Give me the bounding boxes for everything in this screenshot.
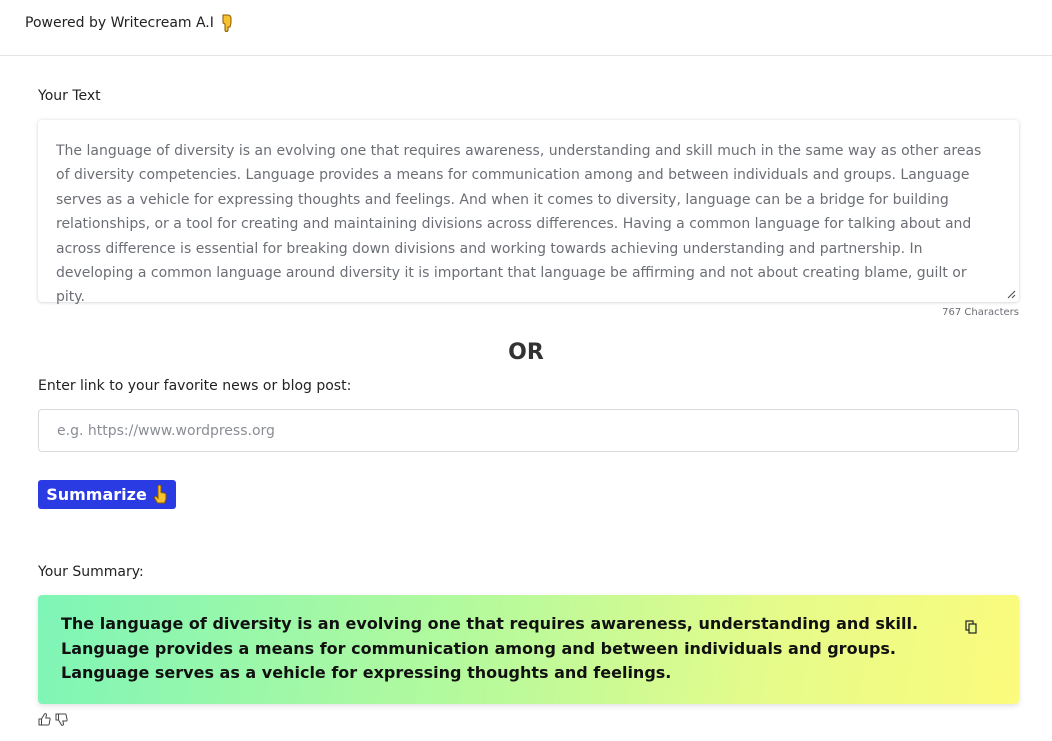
your-text-label: Your Text — [38, 88, 101, 104]
character-count: 767 Characters — [942, 307, 1019, 318]
feedback-controls — [38, 713, 68, 726]
summary-box: The language of diversity is an evolving… — [38, 595, 1019, 704]
text-input-content[interactable]: The language of diversity is an evolving… — [56, 139, 996, 310]
thumbs-down-icon[interactable] — [55, 713, 68, 726]
link-label: Enter link to your favorite news or blog… — [38, 378, 352, 394]
pointing-down-hand-icon — [222, 14, 232, 32]
url-input[interactable] — [38, 409, 1019, 452]
copy-icon[interactable] — [965, 620, 977, 634]
pointing-up-hand-icon — [153, 485, 167, 504]
thumbs-up-icon[interactable] — [38, 713, 51, 726]
summarize-button[interactable]: Summarize — [38, 480, 176, 509]
brand-text: Powered by Writecream A.I — [25, 15, 214, 31]
summarize-button-label: Summarize — [46, 485, 147, 504]
summary-text: The language of diversity is an evolving… — [61, 614, 919, 682]
brand: Powered by Writecream A.I — [25, 14, 234, 32]
resize-grip-icon[interactable] — [1006, 289, 1016, 299]
or-separator: OR — [508, 340, 544, 365]
page: Powered by Writecream A.I Your Text The … — [0, 0, 1052, 741]
text-input-area[interactable]: The language of diversity is an evolving… — [38, 120, 1019, 305]
your-summary-label: Your Summary: — [38, 564, 144, 580]
top-bar: Powered by Writecream A.I — [0, 0, 1052, 56]
